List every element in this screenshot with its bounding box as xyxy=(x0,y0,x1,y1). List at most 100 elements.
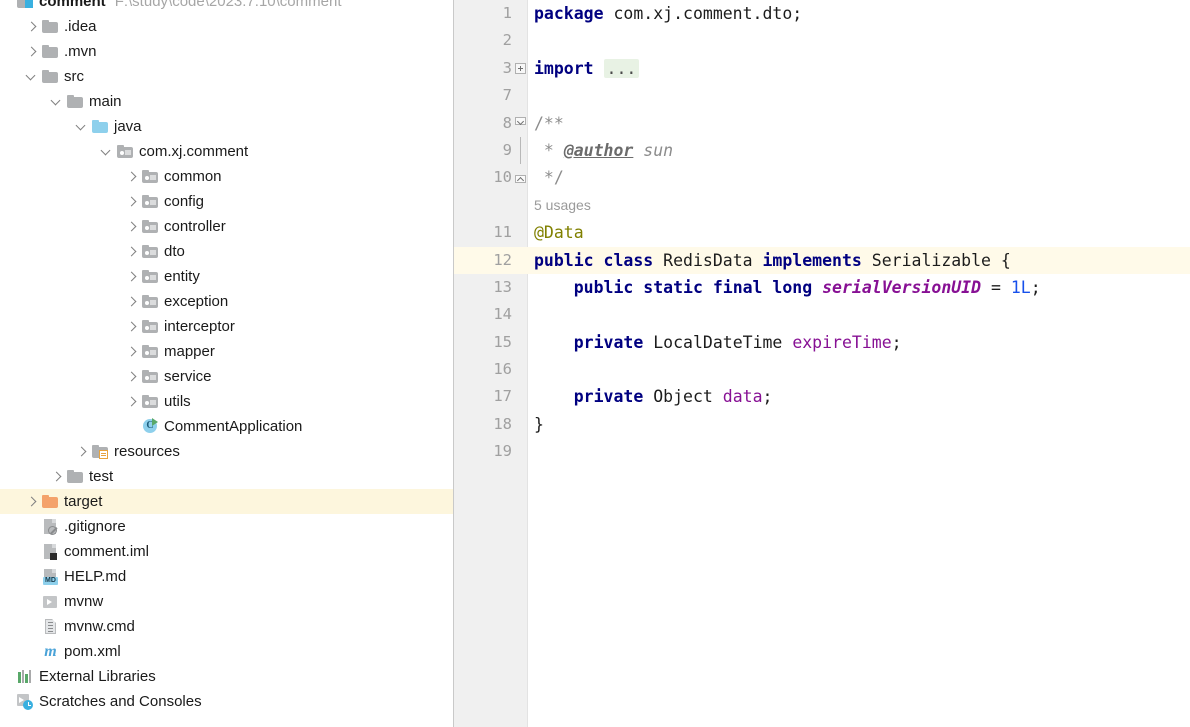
chevron-right-icon[interactable] xyxy=(125,220,138,233)
chevron-right-icon[interactable] xyxy=(125,195,138,208)
script-file-icon xyxy=(42,593,59,610)
tree-item-mvnw[interactable]: mvnw xyxy=(0,589,453,614)
tree-item-dto[interactable]: dto xyxy=(0,239,453,264)
code-line[interactable]: 1 package com.xj.comment.dto; xyxy=(454,0,1190,27)
chevron-right-icon[interactable] xyxy=(125,170,138,183)
fold-expand-icon[interactable] xyxy=(515,62,526,74)
tree-item-commentapplication[interactable]: C CommentApplication xyxy=(0,414,453,439)
code-content[interactable]: 1 package com.xj.comment.dto; 2 3 import ...… xyxy=(454,0,1190,466)
tree-item-gitignore[interactable]: .gitignore xyxy=(0,514,453,539)
code-line[interactable]: 15 private LocalDateTime expireTime; xyxy=(454,329,1190,356)
tree-item-resources[interactable]: resources xyxy=(0,439,453,464)
package-icon xyxy=(142,243,159,260)
chevron-right-icon[interactable] xyxy=(125,295,138,308)
chevron-right-icon[interactable] xyxy=(25,495,38,508)
tree-item-mvnw-cmd[interactable]: mvnw.cmd xyxy=(0,614,453,639)
code-line[interactable]: 2 xyxy=(454,27,1190,54)
line-number[interactable]: 18 xyxy=(454,411,512,438)
code-line[interactable]: 10 */ xyxy=(454,164,1190,191)
chevron-right-icon[interactable] xyxy=(75,445,88,458)
chevron-right-icon[interactable] xyxy=(125,320,138,333)
tree-item-src[interactable]: src xyxy=(0,64,453,89)
code-line[interactable]: 7 xyxy=(454,82,1190,109)
chevron-down-icon[interactable] xyxy=(50,95,63,108)
line-number[interactable]: 7 xyxy=(454,82,512,109)
tree-item-comment-iml[interactable]: comment.iml xyxy=(0,539,453,564)
code-token: expireTime xyxy=(792,332,892,352)
code-line[interactable]: 9 * @author sun xyxy=(454,136,1190,165)
tree-item-scratches-and-consoles[interactable]: Scratches and Consoles xyxy=(0,689,453,714)
line-number[interactable]: 16 xyxy=(454,356,512,383)
line-number[interactable]: 19 xyxy=(454,438,512,465)
tree-item-label: mvnw.cmd xyxy=(64,618,135,635)
tree-item-config[interactable]: config xyxy=(0,189,453,214)
chevron-right-icon[interactable] xyxy=(125,270,138,283)
code-text: package com.xj.comment.dto; xyxy=(534,0,802,27)
code-line[interactable]: 3 import ... xyxy=(454,55,1190,82)
project-tree[interactable]: .idea .mvn src main java com.xj.comment common… xyxy=(0,14,453,714)
chevron-right-icon[interactable] xyxy=(125,395,138,408)
tree-item-service[interactable]: service xyxy=(0,364,453,389)
tree-item-entity[interactable]: entity xyxy=(0,264,453,289)
chevron-right-icon[interactable] xyxy=(25,45,38,58)
code-line[interactable]: 14 xyxy=(454,301,1190,328)
code-line[interactable]: 13 public static final long serialVersio… xyxy=(454,274,1190,301)
code-line[interactable]: 5 usages xyxy=(454,192,1190,219)
project-root-row[interactable]: comment F:\study\code\2023.7.10\comment xyxy=(0,0,453,14)
code-editor[interactable]: 1 package com.xj.comment.dto; 2 3 import ...… xyxy=(454,0,1190,727)
tree-item-help-md[interactable]: MD HELP.md xyxy=(0,564,453,589)
code-line[interactable]: 12 public class RedisData implements Seri… xyxy=(454,246,1190,274)
tree-item-com-xj-comment[interactable]: com.xj.comment xyxy=(0,139,453,164)
line-number[interactable]: 3 xyxy=(454,55,512,82)
tree-item-controller[interactable]: controller xyxy=(0,214,453,239)
tree-item-interceptor[interactable]: interceptor xyxy=(0,314,453,339)
line-number[interactable]: 1 xyxy=(454,0,512,27)
tree-item-utils[interactable]: utils xyxy=(0,389,453,414)
tree-item-java[interactable]: java xyxy=(0,114,453,139)
chevron-right-icon[interactable] xyxy=(125,245,138,258)
line-number[interactable]: 13 xyxy=(454,274,512,301)
code-line[interactable]: 16 xyxy=(454,356,1190,383)
line-number[interactable]: 12 xyxy=(454,247,512,274)
project-tool-window[interactable]: comment F:\study\code\2023.7.10\comment .… xyxy=(0,0,453,727)
line-number[interactable]: 14 xyxy=(454,301,512,328)
chevron-right-icon[interactable] xyxy=(125,370,138,383)
tree-item-common[interactable]: common xyxy=(0,164,453,189)
code-line[interactable]: 18} xyxy=(454,411,1190,438)
tree-item-target[interactable]: target xyxy=(0,489,453,514)
chevron-down-icon[interactable] xyxy=(100,145,113,158)
tree-item-main[interactable]: main xyxy=(0,89,453,114)
fold-collapse-icon[interactable] xyxy=(515,173,526,184)
line-number[interactable]: 11 xyxy=(454,219,512,246)
tree-item-test[interactable]: test xyxy=(0,464,453,489)
line-number[interactable]: 2 xyxy=(454,27,512,54)
chevron-placeholder-icon xyxy=(25,520,38,533)
code-line[interactable]: 11 @Data xyxy=(454,219,1190,246)
chevron-right-icon[interactable] xyxy=(125,345,138,358)
chevron-down-icon[interactable] xyxy=(25,70,38,83)
tree-item-mvn[interactable]: .mvn xyxy=(0,39,453,64)
code-line[interactable]: 19 xyxy=(454,438,1190,465)
tree-item-mapper[interactable]: mapper xyxy=(0,339,453,364)
code-text: private Object data; xyxy=(534,383,773,410)
usages-inlay-hint[interactable]: 5 usages xyxy=(534,192,591,219)
tree-item-external-libraries[interactable]: External Libraries xyxy=(0,664,453,689)
tree-item-pom-xml[interactable]: m pom.xml xyxy=(0,639,453,664)
line-number[interactable]: 9 xyxy=(454,137,512,164)
line-number[interactable]: 10 xyxy=(454,164,512,191)
tree-item-idea[interactable]: .idea xyxy=(0,14,453,39)
tree-item-exception[interactable]: exception xyxy=(0,289,453,314)
line-number[interactable]: 15 xyxy=(454,329,512,356)
fold-collapse-icon[interactable] xyxy=(515,116,526,129)
chevron-right-icon[interactable] xyxy=(50,470,63,483)
chevron-down-icon[interactable] xyxy=(75,120,88,133)
code-line[interactable]: 8 /** xyxy=(454,110,1190,137)
code-token: implements xyxy=(762,250,862,270)
code-text: } xyxy=(534,411,544,438)
line-number[interactable]: 8 xyxy=(454,110,512,137)
line-number[interactable]: 17 xyxy=(454,383,512,410)
code-text: private LocalDateTime expireTime; xyxy=(534,329,902,356)
chevron-right-icon[interactable] xyxy=(25,20,38,33)
code-line[interactable]: 17 private Object data; xyxy=(454,383,1190,410)
